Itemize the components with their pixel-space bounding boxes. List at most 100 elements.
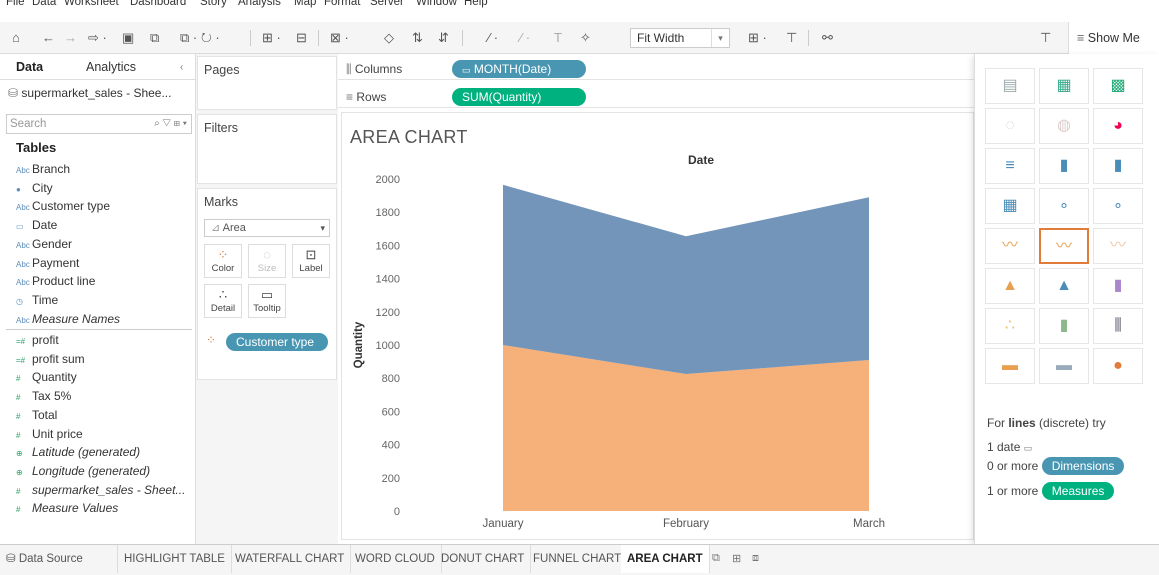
new-worksheet-icon[interactable]: ⧉ (150, 29, 159, 47)
treemap-icon[interactable]: ▦ (985, 188, 1035, 224)
filters-card[interactable]: Filters (197, 114, 337, 184)
detail-button[interactable]: ∴ Detail (204, 284, 242, 318)
symbol-map-icon[interactable]: ◌ (985, 108, 1035, 144)
month-date-pill[interactable]: ▭ MONTH(Date) (452, 60, 586, 78)
tab-analytics[interactable]: Analytics (86, 60, 136, 74)
show-me-tab[interactable]: ≡ Show Me (1068, 22, 1159, 54)
new-story-icon[interactable]: ⧈ (752, 552, 759, 565)
dimension-field[interactable]: ● City (16, 179, 53, 197)
measure-field[interactable]: # Quantity (16, 368, 77, 386)
sheet-tab[interactable]: HIGHLIGHT TABLE (118, 545, 232, 573)
connect-data-icon[interactable]: ⇨ · (88, 29, 107, 47)
pen-icon[interactable]: ∕ · (488, 29, 498, 47)
stacked-bars-icon[interactable]: ▮ (1039, 148, 1089, 184)
dimension-field[interactable]: ▭ Date (16, 216, 57, 234)
search-tools-icon[interactable]: ⌕ ▽ ⊞ ▾ (154, 115, 187, 133)
menu-file[interactable]: File (6, 0, 25, 8)
histogram-icon[interactable]: ▮ (1039, 308, 1089, 344)
side-by-side-circles-icon[interactable]: ∘ (1093, 188, 1143, 224)
home-icon[interactable]: ⌂ (12, 29, 20, 47)
dimension-field[interactable]: ◷ Time (16, 291, 58, 309)
highlight-table-icon[interactable]: ▩ (1093, 68, 1143, 104)
new-dashboard-icon[interactable]: ⊞ (732, 552, 741, 565)
presentation-icon[interactable]: ⊤ (786, 29, 797, 47)
sort-descending-icon[interactable]: ⇵ (438, 29, 449, 47)
clear-sheet-icon[interactable]: ⊟ (296, 29, 307, 47)
menu-worksheet[interactable]: Worksheet (64, 0, 119, 8)
lines-continuous-icon[interactable]: 〰 (985, 228, 1035, 264)
search-input[interactable]: Search ⌕ ▽ ⊞ ▾ (6, 114, 192, 134)
forward-icon[interactable]: → (64, 29, 77, 47)
menu-format[interactable]: Format (324, 0, 360, 8)
menu-server[interactable]: Server (370, 0, 404, 8)
filled-map-icon[interactable]: ◍ (1039, 108, 1089, 144)
menu-analysis[interactable]: Analysis (238, 0, 281, 8)
color-button[interactable]: ⁘ Color (204, 244, 242, 278)
dimension-field[interactable]: Abc Gender (16, 235, 72, 253)
sheet-tab-active[interactable]: AREA CHART (621, 545, 710, 573)
tooltip-button[interactable]: ▭ Tooltip (248, 284, 286, 318)
horizontal-bars-icon[interactable]: ≡ (985, 148, 1035, 184)
tab-data[interactable]: Data (16, 60, 43, 74)
show-mark-labels-icon[interactable]: ⊠ · (330, 29, 349, 47)
fit-width-select[interactable]: Fit Width ▾ (630, 28, 730, 48)
menu-map[interactable]: Map (294, 0, 316, 8)
menu-window[interactable]: Window (416, 0, 457, 8)
menu-help[interactable]: Help (464, 0, 488, 8)
dimension-field[interactable]: Abc Payment (16, 254, 79, 272)
pin-icon[interactable]: ✧ (580, 29, 591, 47)
measure-field[interactable]: # Unit price (16, 425, 83, 443)
measure-field[interactable]: =# profit sum (16, 350, 85, 368)
measure-field[interactable]: # Measure Values (16, 499, 118, 517)
measure-field[interactable]: ⊕ Longitude (generated) (16, 462, 150, 480)
sum-quantity-pill[interactable]: SUM(Quantity) (452, 88, 586, 106)
share-icon[interactable]: ⚯ (822, 29, 833, 47)
menu-story[interactable]: Story (200, 0, 227, 8)
measure-field[interactable]: # Tax 5% (16, 387, 71, 405)
sort-ascending-icon[interactable]: ⇅ (412, 29, 423, 47)
new-worksheet-icon[interactable]: ⧉ (712, 552, 720, 565)
dimension-field[interactable]: Abc Measure Names (16, 310, 120, 328)
text-table-icon[interactable]: ▤ (985, 68, 1035, 104)
back-icon[interactable]: ← (42, 29, 55, 47)
annotate-icon[interactable]: ∕ · (520, 29, 530, 47)
gantt-chart-icon[interactable]: ▬ (985, 348, 1035, 384)
label-button[interactable]: ⊡ Label (292, 244, 330, 278)
scatter-plot-icon[interactable]: ∴ (985, 308, 1035, 344)
measure-field[interactable]: # Total (16, 406, 57, 424)
dual-combination-icon[interactable]: ▮ (1093, 268, 1143, 304)
bullet-graph-icon[interactable]: ▬ (1039, 348, 1089, 384)
menu-data[interactable]: Data (32, 0, 56, 8)
dimension-field[interactable]: Abc Customer type (16, 197, 110, 215)
box-and-whisker-icon[interactable]: ⫼ (1093, 308, 1143, 344)
dual-lines-icon[interactable]: 〰 (1093, 228, 1143, 264)
data-source-tab[interactable]: ⛁ Data Source (0, 545, 118, 573)
presentation-mode-icon[interactable]: ⊤ (1040, 29, 1051, 47)
side-by-side-bars-icon[interactable]: ▮ (1093, 148, 1143, 184)
menu-dashboard[interactable]: Dashboard (130, 0, 186, 8)
customer-type-pill[interactable]: Customer type (226, 333, 328, 351)
sheet-tab[interactable]: WORD CLOUD (349, 545, 442, 573)
text-icon[interactable]: T (554, 29, 562, 47)
swap-icon[interactable]: ⊞ · (262, 29, 281, 47)
measure-field[interactable]: ⊕ Latitude (generated) (16, 443, 140, 461)
save-icon[interactable]: ▣ (122, 29, 134, 47)
circle-views-icon[interactable]: ∘ (1039, 188, 1089, 224)
lines-discrete-icon[interactable]: 〰 (1039, 228, 1089, 264)
measure-field[interactable]: =# profit (16, 331, 59, 349)
data-source-item[interactable]: ⛁ supermarket_sales - Shee... (8, 86, 171, 100)
sheet-tab[interactable]: FUNNEL CHART (527, 545, 629, 573)
collapse-pane-icon[interactable]: ‹ (180, 62, 183, 73)
dimension-field[interactable]: Abc Branch (16, 160, 70, 178)
area-discrete-icon[interactable]: ▲ (1039, 268, 1089, 304)
size-button[interactable]: ◌ Size (248, 244, 286, 278)
pages-card[interactable]: Pages (197, 56, 337, 110)
mark-type-select[interactable]: ⊿ Area ▾ (204, 219, 330, 237)
sheet-tab[interactable]: WATERFALL CHART (229, 545, 352, 573)
fix-axes-icon[interactable]: ⊞ · (748, 29, 767, 47)
sheet-tab[interactable]: DONUT CHART (435, 545, 532, 573)
area-continuous-icon[interactable]: ▲ (985, 268, 1035, 304)
pie-chart-icon[interactable]: ◕ (1093, 108, 1143, 144)
dimension-field[interactable]: Abc Product line (16, 272, 95, 290)
duplicate-sheet-icon[interactable]: ⧉ · ↻ · (180, 29, 220, 47)
